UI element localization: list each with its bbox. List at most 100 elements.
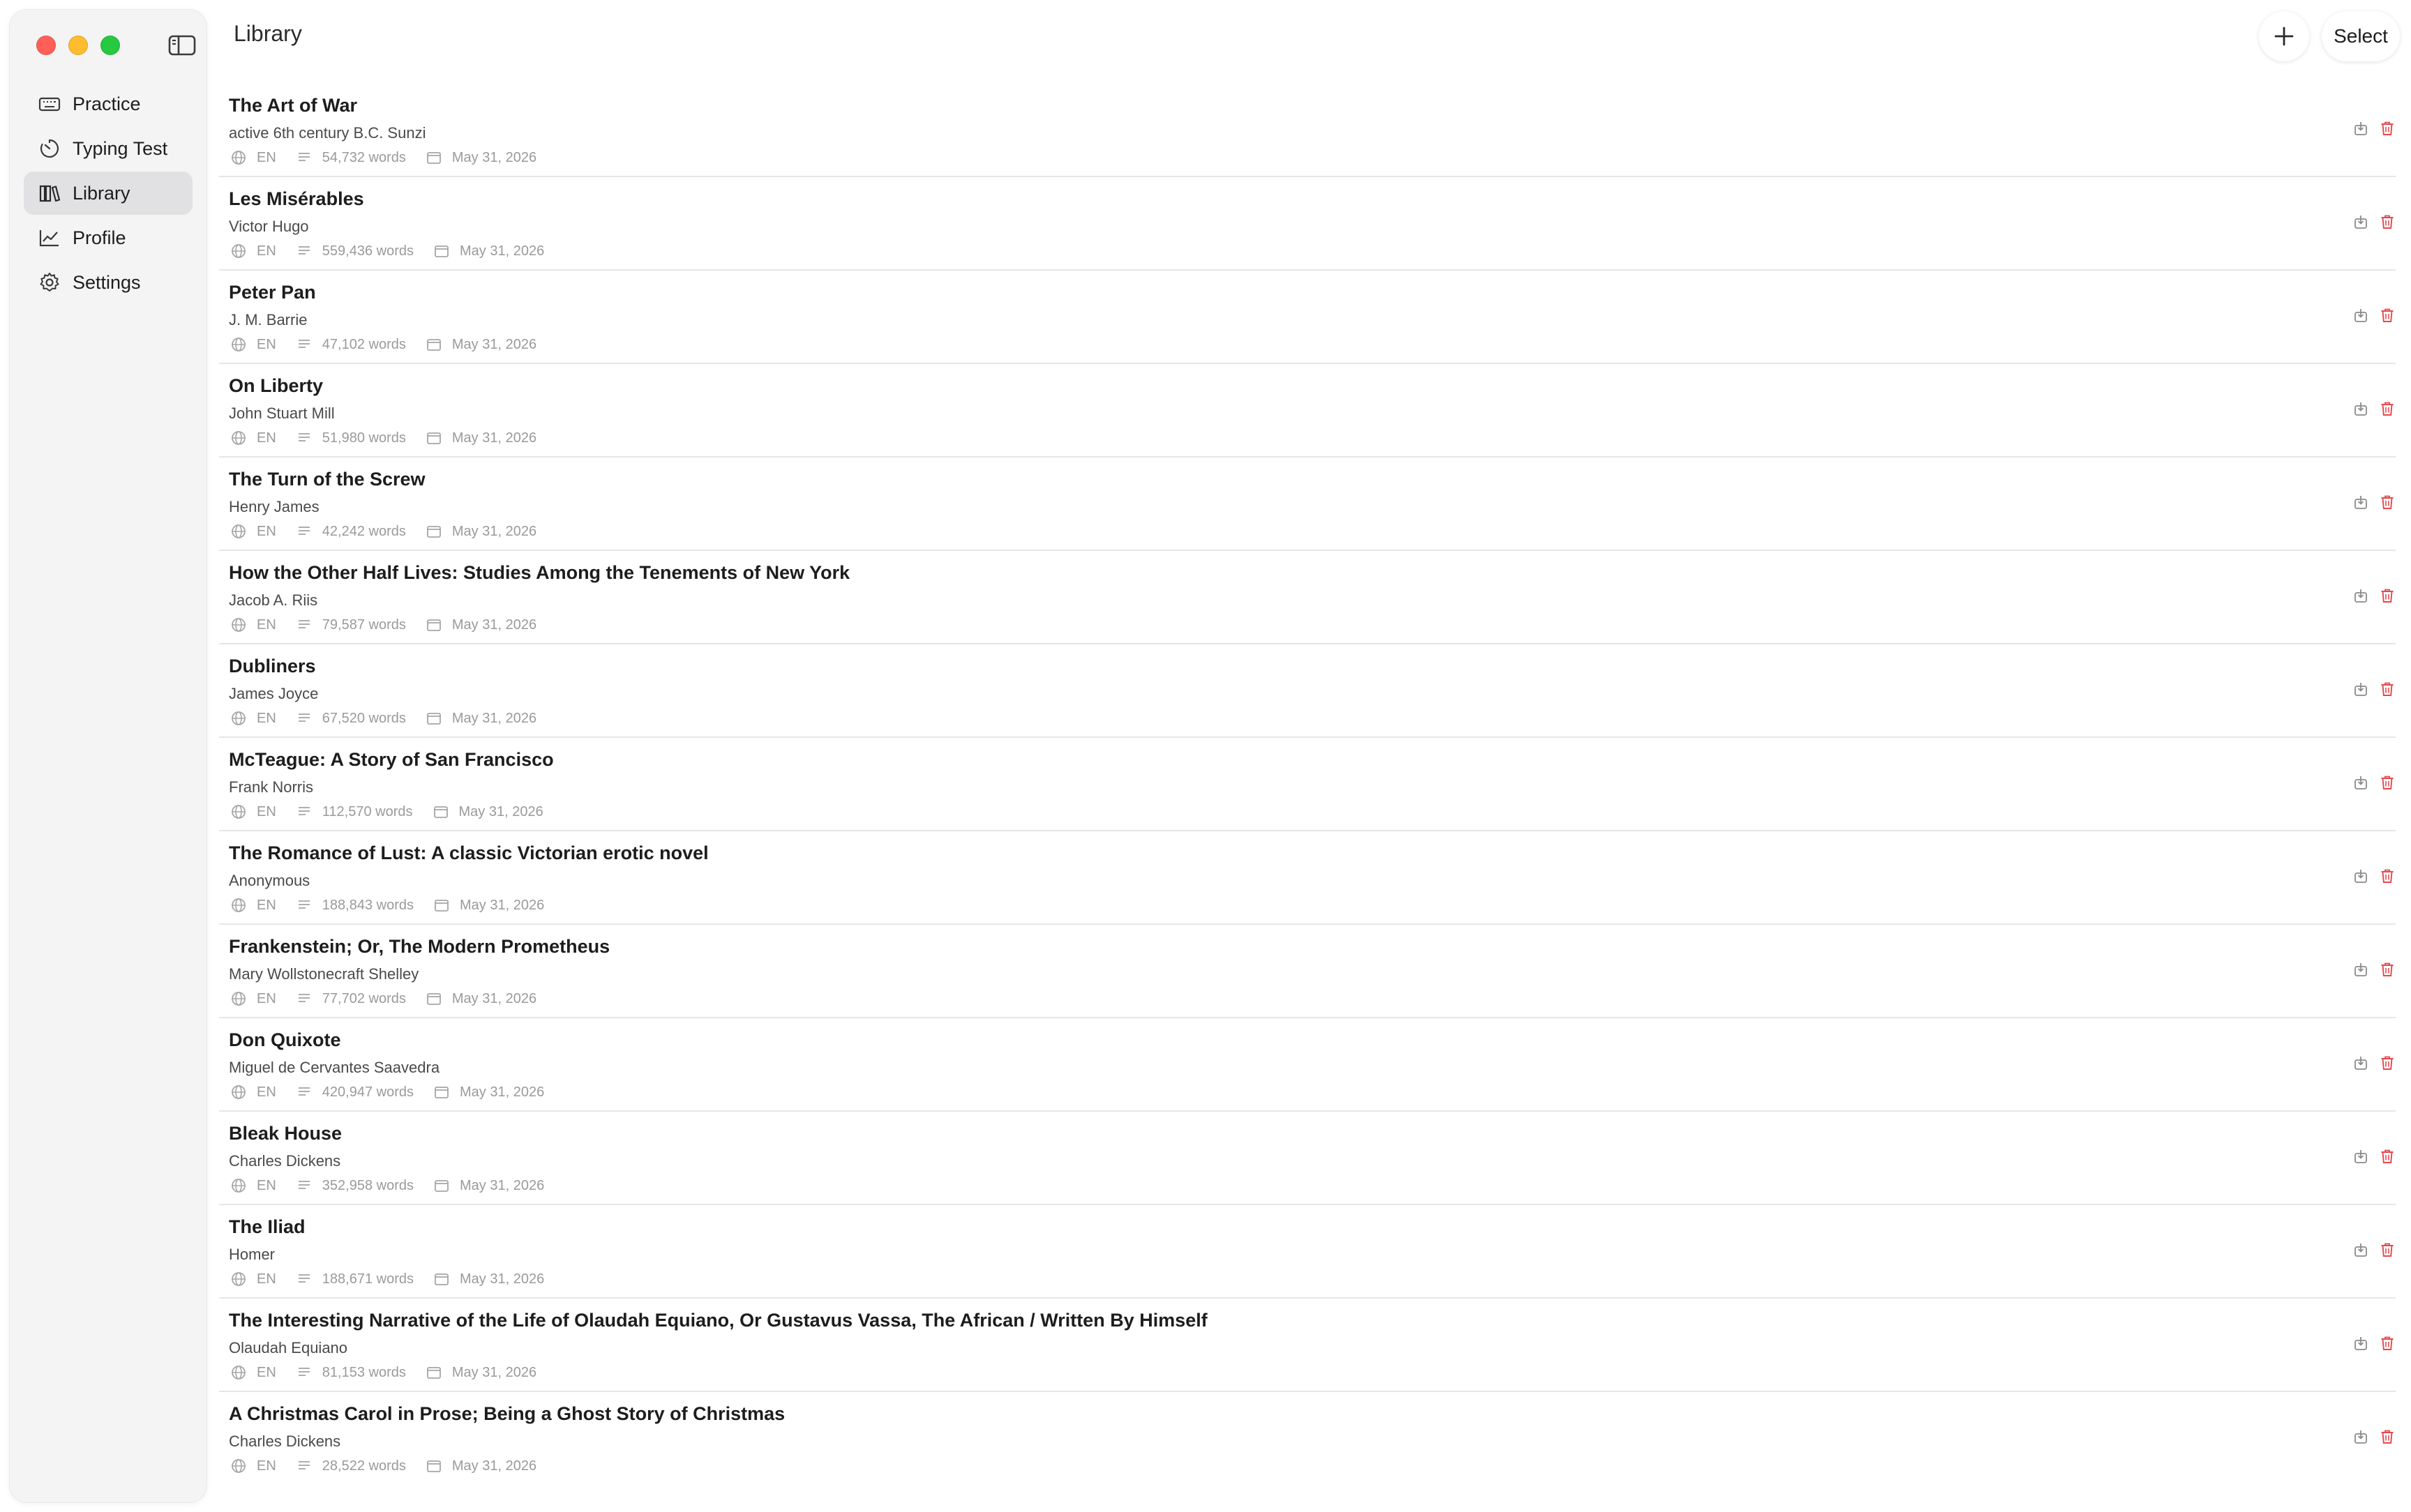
book-word-count: 420,947 words bbox=[322, 1084, 414, 1100]
book-title: The Art of War bbox=[229, 95, 357, 116]
list-item[interactable]: A Christmas Carol in Prose; Being a Ghos… bbox=[219, 1392, 2396, 1485]
add-book-button[interactable] bbox=[2259, 11, 2309, 61]
date-meta: May 31, 2026 bbox=[433, 243, 544, 259]
export-icon[interactable] bbox=[2352, 307, 2369, 324]
list-item[interactable]: The Iliad Homer EN 188,671 words May 31,… bbox=[219, 1205, 2396, 1299]
sidebar-item-settings[interactable]: Settings bbox=[24, 261, 193, 304]
select-button[interactable]: Select bbox=[2322, 11, 2400, 61]
book-word-count: 559,436 words bbox=[322, 243, 414, 259]
book-author: Mary Wollstonecraft Shelley bbox=[229, 965, 419, 983]
trash-icon[interactable] bbox=[2379, 1335, 2396, 1352]
date-meta: May 31, 2026 bbox=[426, 1458, 536, 1474]
language-meta: EN bbox=[230, 617, 276, 633]
book-word-count: 77,702 words bbox=[322, 990, 406, 1006]
sidebar-item-typing-test[interactable]: Typing Test bbox=[24, 127, 193, 170]
book-date: May 31, 2026 bbox=[458, 803, 543, 819]
word-count-meta: 188,671 words bbox=[296, 1271, 414, 1287]
list-item[interactable]: The Interesting Narrative of the Life of… bbox=[219, 1299, 2396, 1392]
date-meta: May 31, 2026 bbox=[426, 149, 536, 166]
sidebar-toggle-button[interactable] bbox=[167, 33, 197, 57]
book-title: McTeague: A Story of San Francisco bbox=[229, 749, 554, 770]
list-item[interactable]: McTeague: A Story of San Francisco Frank… bbox=[219, 738, 2396, 831]
list-item[interactable]: The Turn of the Screw Henry James EN 42,… bbox=[219, 458, 2396, 551]
trash-icon[interactable] bbox=[2379, 587, 2396, 604]
export-icon[interactable] bbox=[2352, 961, 2369, 978]
trash-icon[interactable] bbox=[2379, 1428, 2396, 1445]
export-icon[interactable] bbox=[2352, 1241, 2369, 1258]
export-icon[interactable] bbox=[2352, 1428, 2369, 1445]
list-item[interactable]: Bleak House Charles Dickens EN 352,958 w… bbox=[219, 1112, 2396, 1205]
book-language: EN bbox=[257, 990, 276, 1006]
list-item[interactable]: The Romance of Lust: A classic Victorian… bbox=[219, 831, 2396, 925]
page-title: Library bbox=[234, 21, 302, 46]
sidebar-item-library[interactable]: Library bbox=[24, 172, 193, 215]
trash-icon[interactable] bbox=[2379, 1241, 2396, 1258]
export-icon[interactable] bbox=[2352, 120, 2369, 137]
minimize-window-button[interactable] bbox=[68, 36, 88, 55]
sidebar-item-practice[interactable]: Practice bbox=[24, 82, 193, 126]
book-date: May 31, 2026 bbox=[460, 897, 545, 913]
book-language: EN bbox=[257, 149, 276, 165]
book-word-count: 67,520 words bbox=[322, 710, 406, 726]
language-meta: EN bbox=[230, 1364, 276, 1381]
export-icon[interactable] bbox=[2352, 400, 2369, 417]
word-count-meta: 352,958 words bbox=[296, 1177, 414, 1194]
row-actions bbox=[2343, 1054, 2396, 1071]
list-item[interactable]: Les Misérables Victor Hugo EN 559,436 wo… bbox=[219, 177, 2396, 271]
export-icon[interactable] bbox=[2352, 1054, 2369, 1071]
globe-icon bbox=[230, 1177, 247, 1194]
export-icon[interactable] bbox=[2352, 681, 2369, 697]
zoom-window-button[interactable] bbox=[100, 36, 120, 55]
book-date: May 31, 2026 bbox=[460, 243, 545, 259]
trash-icon[interactable] bbox=[2379, 494, 2396, 511]
export-icon[interactable] bbox=[2352, 774, 2369, 791]
text-lines-icon bbox=[296, 336, 313, 353]
book-language: EN bbox=[257, 1458, 276, 1474]
export-icon[interactable] bbox=[2352, 494, 2369, 511]
row-actions bbox=[2343, 1241, 2396, 1258]
trash-icon[interactable] bbox=[2379, 774, 2396, 791]
sidebar-item-label: Typing Test bbox=[73, 137, 168, 159]
list-item[interactable]: The Art of War active 6th century B.C. S… bbox=[219, 84, 2396, 177]
language-meta: EN bbox=[230, 243, 276, 259]
list-item[interactable]: Don Quixote Miguel de Cervantes Saavedra… bbox=[219, 1018, 2396, 1112]
trash-icon[interactable] bbox=[2379, 961, 2396, 978]
trash-icon[interactable] bbox=[2379, 681, 2396, 697]
sidebar: Practice Typing Test Library Profile Set… bbox=[10, 10, 206, 1502]
export-icon[interactable] bbox=[2352, 213, 2369, 230]
word-count-meta: 51,980 words bbox=[296, 430, 406, 446]
book-author: Charles Dickens bbox=[229, 1432, 341, 1450]
book-author: J. M. Barrie bbox=[229, 311, 308, 328]
book-date: May 31, 2026 bbox=[451, 1364, 537, 1380]
book-author: Victor Hugo bbox=[229, 218, 309, 235]
book-meta: EN 28,522 words May 31, 2026 bbox=[230, 1458, 556, 1474]
trash-icon[interactable] bbox=[2379, 400, 2396, 417]
book-date: May 31, 2026 bbox=[451, 617, 537, 633]
export-icon[interactable] bbox=[2352, 1335, 2369, 1352]
globe-icon bbox=[230, 710, 247, 727]
list-item[interactable]: Peter Pan J. M. Barrie EN 47,102 words M… bbox=[219, 271, 2396, 364]
book-title: The Iliad bbox=[229, 1216, 306, 1237]
list-item[interactable]: On Liberty John Stuart Mill EN 51,980 wo… bbox=[219, 364, 2396, 458]
globe-icon bbox=[230, 1084, 247, 1101]
export-icon[interactable] bbox=[2352, 1148, 2369, 1165]
trash-icon[interactable] bbox=[2379, 1054, 2396, 1071]
export-icon[interactable] bbox=[2352, 587, 2369, 604]
list-item[interactable]: How the Other Half Lives: Studies Among … bbox=[219, 551, 2396, 644]
app-window: Practice Typing Test Library Profile Set… bbox=[0, 0, 2411, 1512]
trash-icon[interactable] bbox=[2379, 120, 2396, 137]
list-item[interactable]: Dubliners James Joyce EN 67,520 words Ma… bbox=[219, 644, 2396, 738]
sidebar-item-profile[interactable]: Profile bbox=[24, 216, 193, 259]
list-item[interactable]: Frankenstein; Or, The Modern Prometheus … bbox=[219, 925, 2396, 1018]
calendar-icon bbox=[426, 523, 442, 540]
globe-icon bbox=[230, 617, 247, 633]
trash-icon[interactable] bbox=[2379, 307, 2396, 324]
book-author: Henry James bbox=[229, 498, 320, 515]
book-title: The Turn of the Screw bbox=[229, 469, 426, 490]
export-icon[interactable] bbox=[2352, 868, 2369, 884]
trash-icon[interactable] bbox=[2379, 1148, 2396, 1165]
book-author: Anonymous bbox=[229, 872, 310, 889]
close-window-button[interactable] bbox=[36, 36, 56, 55]
trash-icon[interactable] bbox=[2379, 868, 2396, 884]
trash-icon[interactable] bbox=[2379, 213, 2396, 230]
